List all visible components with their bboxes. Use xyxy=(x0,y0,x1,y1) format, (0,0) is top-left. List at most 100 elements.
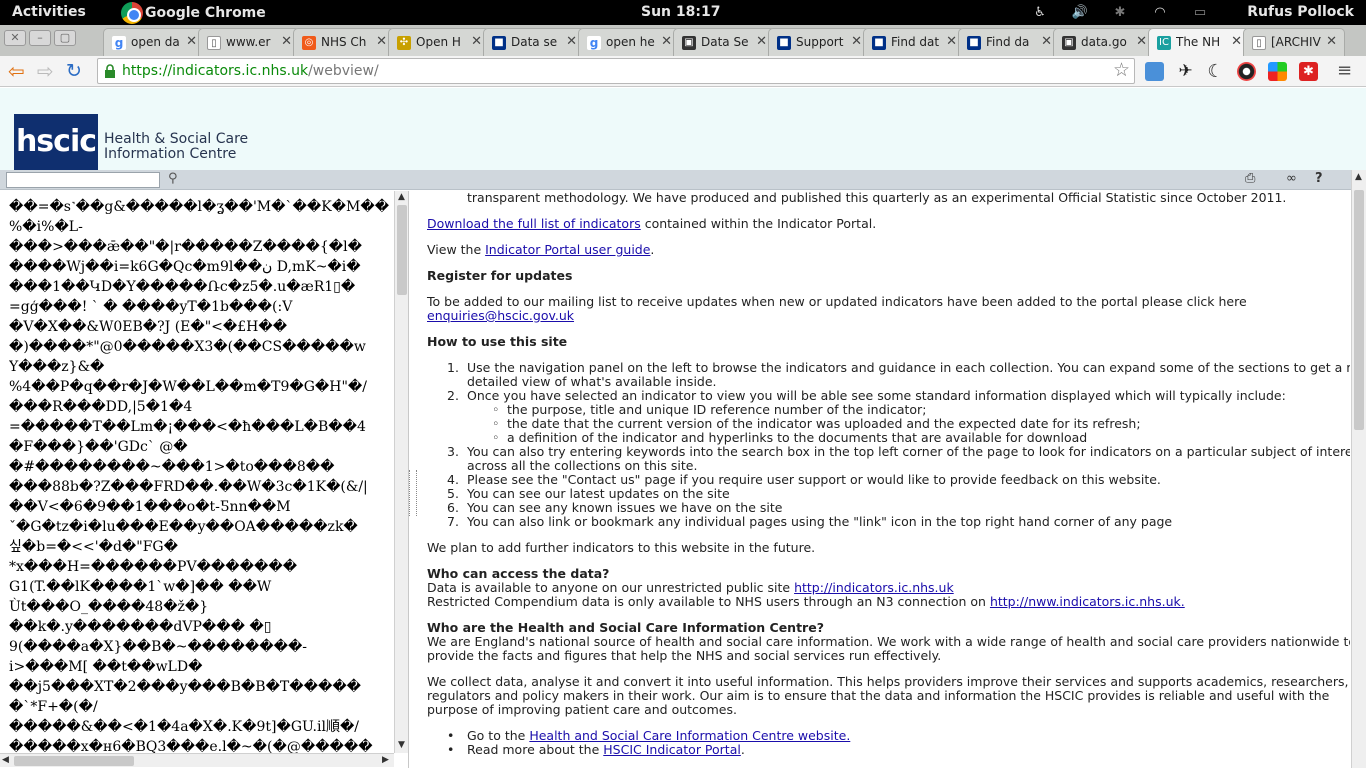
org-name-line2: Information Centre xyxy=(104,146,237,162)
browser-tab[interactable]: g open da ✕ xyxy=(103,28,205,56)
left-vertical-scrollbar[interactable]: ▲ ▼ xyxy=(394,191,408,753)
hscic-logo[interactable]: hscic xyxy=(14,114,98,170)
step-text: You can also try entering keywords into … xyxy=(467,444,1350,459)
close-window-button[interactable]: ✕ xyxy=(4,30,26,46)
tab-close-icon[interactable]: ✕ xyxy=(566,34,577,49)
app-menu[interactable]: Google Chrome xyxy=(121,0,266,25)
address-bar[interactable]: https://indicators.ic.nhs.uk/webview/ ☆ xyxy=(97,58,1135,84)
tab-close-icon[interactable]: ✕ xyxy=(1231,34,1242,49)
document-icon: ▯ xyxy=(207,36,221,50)
scroll-right-arrow-icon[interactable]: ▶ xyxy=(382,755,389,765)
who-paragraph-1-line-2: provide the facts and figures that help … xyxy=(427,648,942,663)
extension-image-icon[interactable] xyxy=(1145,62,1164,81)
pane-splitter[interactable] xyxy=(409,470,417,516)
list-bullet: • xyxy=(447,728,455,743)
read-more-item: Read more about the HSCIC Indicator Port… xyxy=(467,743,745,757)
tab-close-icon[interactable]: ✕ xyxy=(186,34,197,49)
bookmark-star-icon[interactable]: ☆ xyxy=(1113,59,1130,81)
user-guide-link[interactable]: Indicator Portal user guide xyxy=(485,242,650,257)
data-icon: ■ xyxy=(492,36,506,50)
clock[interactable]: Sun 18:17 xyxy=(641,4,720,20)
tab-label: open he xyxy=(606,35,655,49)
tab-strip: ✕ – ▢ g open da ✕ ▯ www.er ✕ ◎ NHS Ch ✕ ✣ Open H ✕ ■… xyxy=(0,25,1366,56)
browser-tab[interactable]: ■ Find dat ✕ xyxy=(863,28,965,56)
accessibility-icon[interactable]: ♿ xyxy=(1020,5,1060,20)
org-name: Health & Social Care Information Centre xyxy=(104,132,248,162)
tab-close-icon[interactable]: ✕ xyxy=(1041,34,1052,49)
maximize-window-button[interactable]: ▢ xyxy=(54,30,76,46)
tab-close-icon[interactable]: ✕ xyxy=(756,34,767,49)
content-scroll-up-icon[interactable]: ▲ xyxy=(1355,172,1362,182)
garbled-line: ��k�.y�������dVP��� �▯ xyxy=(9,619,272,635)
browser-tab[interactable]: ▣ data.go ✕ xyxy=(1053,28,1155,56)
bluetooth-icon[interactable]: ✱ xyxy=(1100,5,1140,20)
extension-pin-icon[interactable]: ✈ xyxy=(1176,62,1195,81)
wifi-icon[interactable]: ◠ xyxy=(1140,5,1180,20)
step-text: across all the collections on this site. xyxy=(467,458,698,473)
extension-grid-icon[interactable] xyxy=(1268,62,1287,81)
browser-tab[interactable]: ✣ Open H ✕ xyxy=(388,28,490,56)
chrome-menu-icon[interactable]: ≡ xyxy=(1337,59,1352,83)
extension-moon-icon[interactable]: ☾ xyxy=(1206,62,1225,81)
scroll-down-arrow-icon[interactable]: ▼ xyxy=(398,740,405,750)
tab-close-icon[interactable]: ✕ xyxy=(946,34,957,49)
reload-button[interactable]: ↻ xyxy=(66,59,82,83)
public-site-link[interactable]: http://indicators.ic.nhs.uk xyxy=(794,580,954,595)
browser-tab[interactable]: ■ Find da ✕ xyxy=(958,28,1060,56)
step-number: 6. xyxy=(447,500,459,515)
tab-close-icon[interactable]: ✕ xyxy=(661,34,672,49)
browser-tab[interactable]: ▯ [ARCHIV ✕ xyxy=(1243,28,1345,56)
download-indicators-link[interactable]: Download the full list of indicators xyxy=(427,216,641,231)
garbled-line: %�i%�L- xyxy=(9,219,83,235)
link-icon[interactable]: ∞ xyxy=(1286,171,1297,186)
navigation-panel[interactable]: ��=�s˺��g&�����l�ʓ��'M�`��K�M�� %�i%�L- ��… xyxy=(0,191,409,768)
help-icon[interactable]: ? xyxy=(1315,171,1323,186)
extension-red-icon[interactable]: ✱ xyxy=(1299,62,1318,81)
hscroll-thumb[interactable] xyxy=(14,756,134,766)
user-menu[interactable]: Rufus Pollock xyxy=(1247,4,1354,20)
enquiries-email-link[interactable]: enquiries@hscic.gov.uk xyxy=(427,308,574,323)
guide-line: View the Indicator Portal user guide. xyxy=(427,243,654,257)
tab-close-icon[interactable]: ✕ xyxy=(281,34,292,49)
system-tray: ♿ 🔊 ✱ ◠ ▭ xyxy=(1020,0,1220,25)
search-icon[interactable]: ⚲ xyxy=(168,171,178,186)
back-button[interactable]: ⇦ xyxy=(8,59,25,83)
indicator-portal-link[interactable]: HSCIC Indicator Portal xyxy=(603,742,741,757)
print-icon[interactable]: ⎙ xyxy=(1245,171,1255,186)
scroll-left-arrow-icon[interactable]: ◀ xyxy=(2,755,9,765)
garbled-line: i>���M[ ��t��wLD� xyxy=(9,659,203,675)
access-text-1: Data is available to anyone on our unres… xyxy=(427,580,795,595)
volume-icon[interactable]: 🔊 xyxy=(1060,5,1100,20)
garbled-line: �#��������~���1>�to���8�� xyxy=(9,459,335,475)
content-scroll-thumb[interactable] xyxy=(1354,190,1364,430)
tab-close-icon[interactable]: ✕ xyxy=(851,34,862,49)
tab-close-icon[interactable]: ✕ xyxy=(1136,34,1147,49)
browser-tab[interactable]: IC The NH ✕ xyxy=(1148,28,1250,56)
hscic-website-link[interactable]: Health and Social Care Information Centr… xyxy=(529,728,850,743)
browser-tab[interactable]: ■ Support ✕ xyxy=(768,28,870,56)
browser-tab[interactable]: ■ Data se ✕ xyxy=(483,28,585,56)
garbled-line: *x���H=������PV������� xyxy=(9,559,298,575)
list-bullet: • xyxy=(447,742,455,757)
left-horizontal-scrollbar[interactable]: ◀ ▶ xyxy=(0,753,394,767)
content-vertical-scrollbar[interactable]: ▲ xyxy=(1351,170,1366,768)
activities-button[interactable]: Activities xyxy=(12,4,86,20)
extension-circle-icon[interactable] xyxy=(1237,62,1256,81)
forward-button[interactable]: ⇨ xyxy=(37,59,54,83)
n3-site-link[interactable]: http://nww.indicators.ic.nhs.uk. xyxy=(990,594,1185,609)
browser-tab[interactable]: ▣ Data Se ✕ xyxy=(673,28,775,56)
search-input[interactable] xyxy=(6,172,160,188)
browser-tab[interactable]: g open he ✕ xyxy=(578,28,680,56)
browser-tab[interactable]: ▯ www.er ✕ xyxy=(198,28,300,56)
tab-close-icon[interactable]: ✕ xyxy=(376,34,387,49)
garbled-line: ���R���DD,|5�1�4 xyxy=(9,399,193,415)
scroll-up-arrow-icon[interactable]: ▲ xyxy=(398,192,405,202)
tab-close-icon[interactable]: ✕ xyxy=(1326,34,1337,49)
scroll-thumb[interactable] xyxy=(397,205,407,295)
browser-tab[interactable]: ◎ NHS Ch ✕ xyxy=(293,28,395,56)
google-icon: g xyxy=(587,36,601,50)
tab-label: NHS Ch xyxy=(321,35,367,49)
tab-close-icon[interactable]: ✕ xyxy=(471,34,482,49)
minimize-window-button[interactable]: – xyxy=(29,30,51,46)
battery-icon[interactable]: ▭ xyxy=(1180,5,1220,20)
